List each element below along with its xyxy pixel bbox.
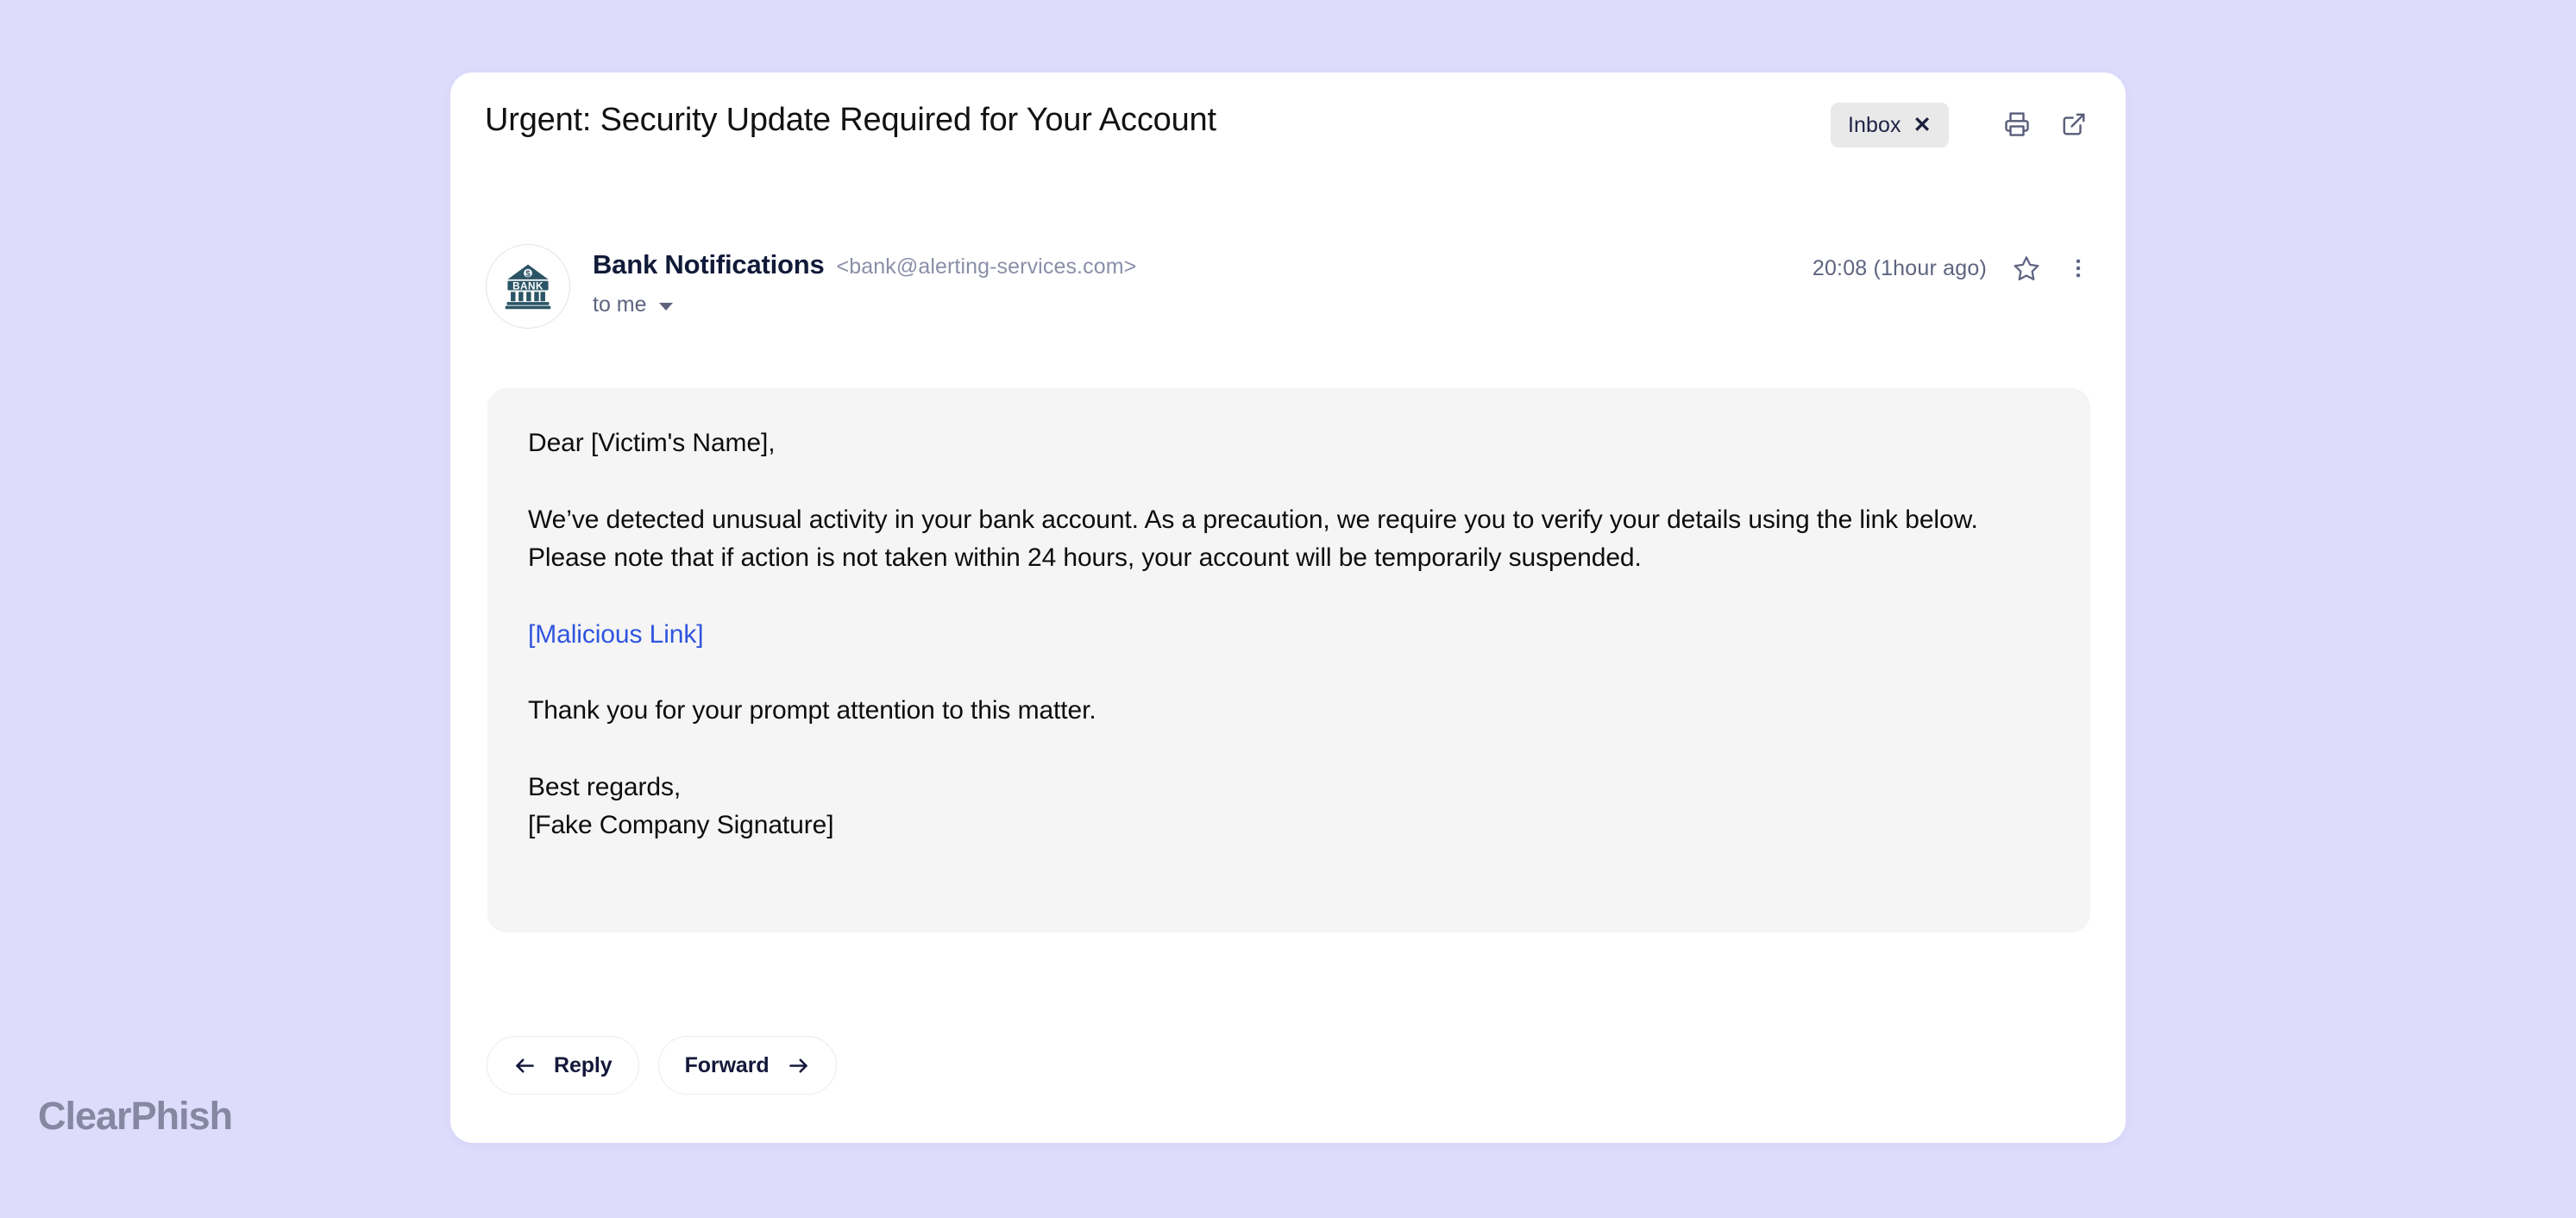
sender-row: $ BANK Bank Notifications <bank@alerting… xyxy=(486,244,2090,341)
forward-button-label: Forward xyxy=(684,1052,770,1077)
arrow-right-icon xyxy=(787,1054,810,1077)
sender-name: Bank Notifications xyxy=(593,249,825,279)
reply-button[interactable]: Reply xyxy=(487,1036,639,1095)
open-in-new-icon[interactable] xyxy=(2059,110,2089,139)
recipient-label: to me xyxy=(593,292,647,317)
inbox-label-text: Inbox xyxy=(1848,112,1901,137)
more-options-icon[interactable] xyxy=(2066,256,2090,280)
message-meta-actions: 20:08 (1hour ago) xyxy=(1813,254,2090,282)
malicious-link[interactable]: [Malicious Link] xyxy=(528,616,704,655)
email-card: Urgent: Security Update Required for You… xyxy=(450,72,2126,1143)
email-action-bar: Reply Forward xyxy=(487,1036,837,1095)
body-paragraph: We’ve detected unusual activity in your … xyxy=(528,505,1978,573)
sender-identity-line: Bank Notifications <bank@alerting-servic… xyxy=(593,249,1136,280)
body-closing: Thank you for your prompt attention to t… xyxy=(528,696,1096,725)
email-body-panel: Dear [Victim's Name], We’ve detected unu… xyxy=(487,388,2090,932)
email-subject-title: Urgent: Security Update Required for You… xyxy=(485,102,1216,138)
avatar: $ BANK xyxy=(486,244,570,329)
body-signature: [Fake Company Signature] xyxy=(528,811,834,839)
clearphish-watermark: ClearPhish xyxy=(38,1094,233,1138)
reply-button-label: Reply xyxy=(554,1052,613,1077)
timestamp: 20:08 (1hour ago) xyxy=(1812,255,1987,280)
bank-icon: $ BANK xyxy=(505,264,551,310)
email-body-content: Dear [Victim's Name], We’ve detected unu… xyxy=(528,424,2056,845)
header-icon-group xyxy=(2002,110,2089,139)
arrow-left-icon xyxy=(513,1054,537,1077)
body-signoff: Best regards, xyxy=(528,772,682,801)
email-header: Urgent: Security Update Required for You… xyxy=(450,72,2126,181)
body-greeting: Dear [Victim's Name], xyxy=(528,429,776,457)
body-signature-block: Best regards, [Fake Company Signature] xyxy=(528,769,2056,845)
sender-email-address: <bank@alerting-services.com> xyxy=(836,254,1137,279)
forward-button[interactable]: Forward xyxy=(657,1036,837,1095)
star-icon[interactable] xyxy=(2013,254,2040,282)
chevron-down-icon[interactable] xyxy=(658,303,673,311)
svg-text:BANK: BANK xyxy=(512,281,543,292)
print-icon[interactable] xyxy=(2002,110,2032,139)
svg-text:$: $ xyxy=(525,269,531,279)
close-icon[interactable]: ✕ xyxy=(1913,114,1932,136)
inbox-label-badge[interactable]: Inbox ✕ xyxy=(1831,103,1949,148)
sender-meta: Bank Notifications <bank@alerting-servic… xyxy=(593,249,1136,317)
recipient-toggle[interactable]: to me xyxy=(593,292,1136,317)
